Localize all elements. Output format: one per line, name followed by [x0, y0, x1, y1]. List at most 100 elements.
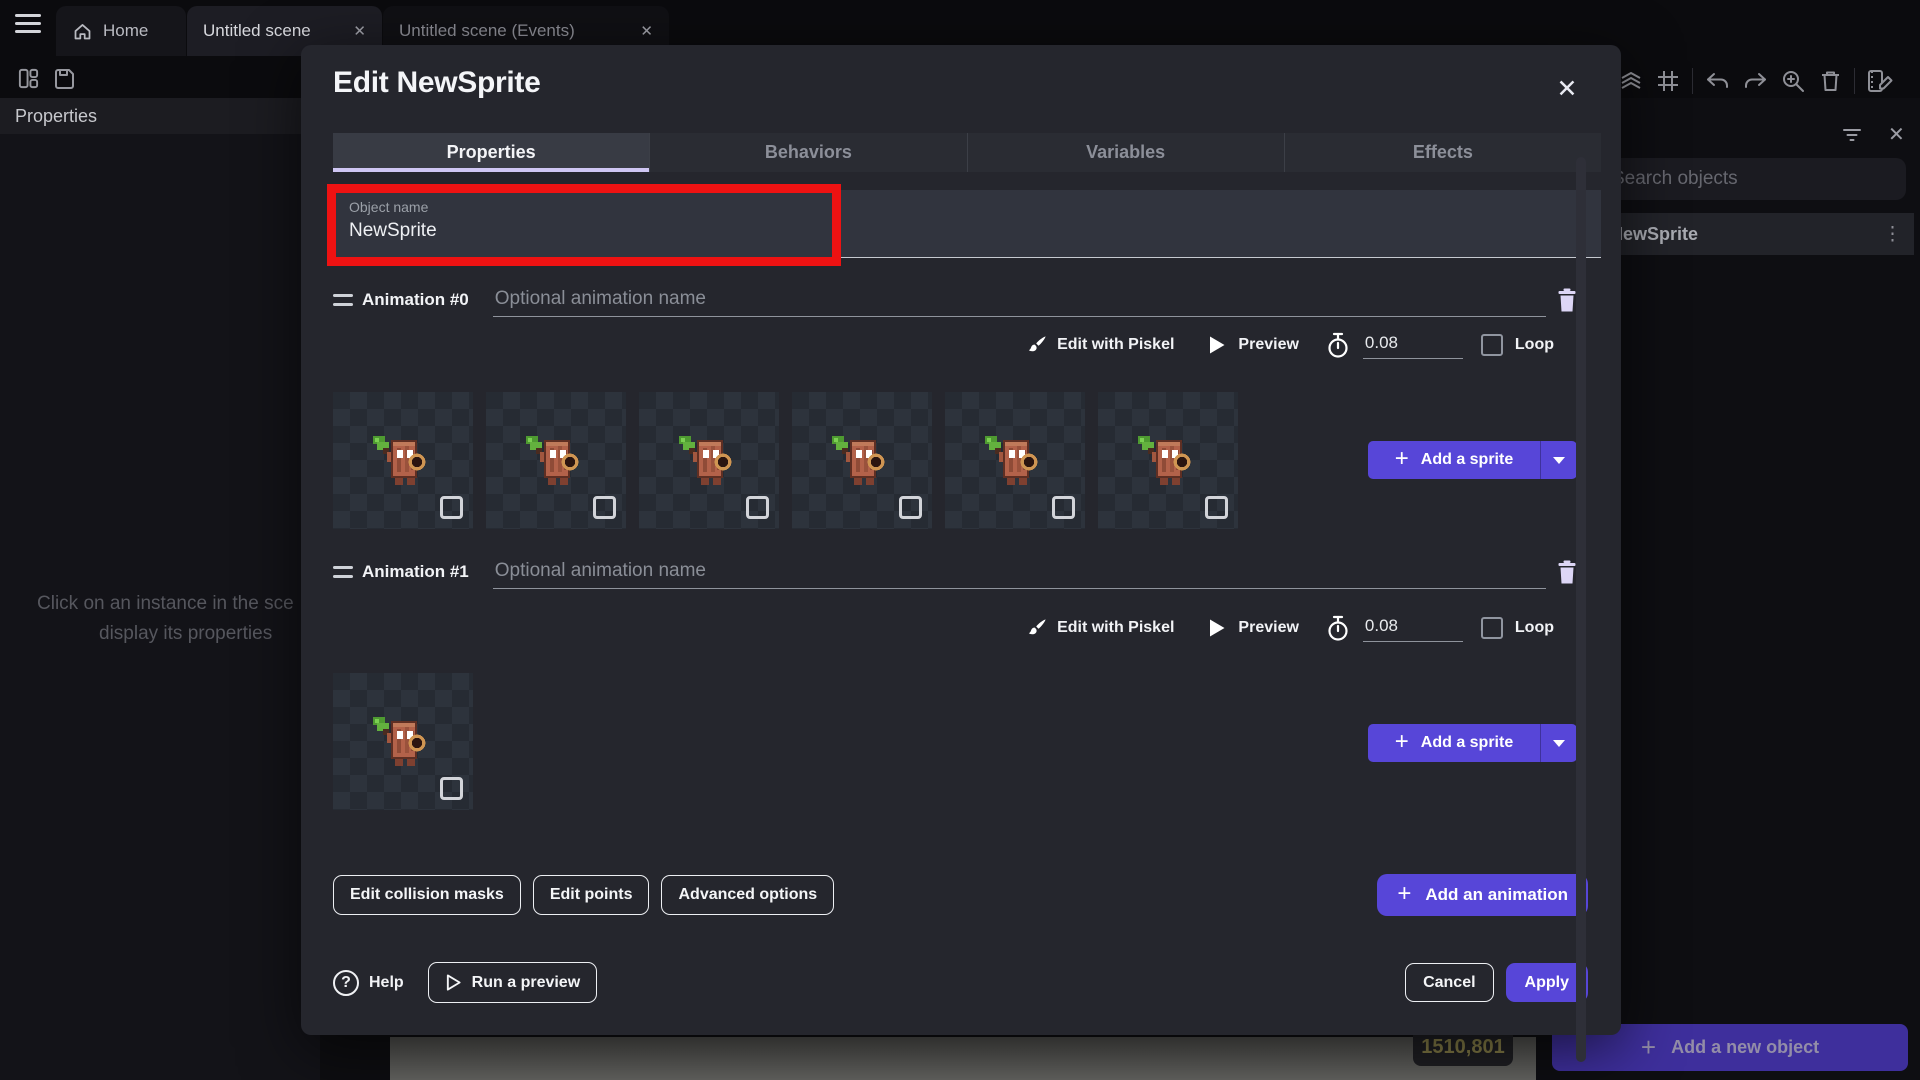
frame-checkbox[interactable]: [899, 496, 922, 519]
animation-0-toolbar: Edit with Piskel Preview Loop: [333, 325, 1554, 365]
brush-icon: [1025, 617, 1048, 640]
loop-label: Loop: [1515, 336, 1554, 354]
pig-sprite-image: [1136, 434, 1192, 486]
help-button[interactable]: Help: [369, 974, 404, 992]
play-outline-icon: [445, 973, 462, 992]
plus-icon: +: [1395, 728, 1409, 756]
preview-button[interactable]: Preview: [1238, 336, 1298, 354]
edit-scene-icon[interactable]: [1866, 68, 1894, 94]
save-icon[interactable]: [52, 66, 76, 91]
sprite-frame[interactable]: [486, 392, 626, 529]
dialog-tabs: Properties Behaviors Variables Effects: [333, 133, 1601, 172]
scene-toolbar: [1618, 68, 1894, 94]
animation-1-name-input[interactable]: [493, 556, 1546, 589]
add-sprite-dropdown[interactable]: [1541, 441, 1577, 479]
animation-0-header: Animation #0: [333, 280, 1578, 320]
edit-collision-masks-button[interactable]: Edit collision masks: [333, 875, 521, 915]
help-icon[interactable]: ?: [333, 970, 359, 996]
chevron-down-icon: [1553, 740, 1565, 747]
delete-animation-icon[interactable]: [1556, 287, 1578, 313]
object-item-menu-icon[interactable]: ⋮: [1883, 223, 1902, 246]
tab-effects[interactable]: Effects: [1284, 133, 1601, 172]
cancel-button[interactable]: Cancel: [1405, 963, 1493, 1002]
frame-checkbox[interactable]: [440, 777, 463, 800]
hint-line-1: Click on an instance in the sce: [37, 589, 301, 619]
sprite-frame[interactable]: [1098, 392, 1238, 529]
drag-handle-icon[interactable]: [333, 294, 353, 306]
dialog-scrollbar[interactable]: [1576, 157, 1586, 1062]
time-between-frames-input[interactable]: [1363, 331, 1463, 359]
trash-icon[interactable]: [1818, 68, 1843, 94]
preview-button[interactable]: Preview: [1238, 619, 1298, 637]
animation-0-name-input[interactable]: [493, 284, 1546, 317]
advanced-options-button[interactable]: Advanced options: [661, 875, 834, 915]
play-icon: [1208, 335, 1226, 355]
undo-icon[interactable]: [1704, 68, 1731, 94]
sprite-frame[interactable]: [639, 392, 779, 529]
loop-checkbox[interactable]: [1481, 334, 1503, 356]
edit-with-piskel-button[interactable]: Edit with Piskel: [1057, 336, 1174, 354]
animation-1-label: Animation #1: [362, 562, 469, 582]
edit-sprite-dialog: Edit NewSprite ✕ Properties Behaviors Va…: [301, 45, 1621, 1035]
animation-1-toolbar: Edit with Piskel Preview Loop: [333, 608, 1554, 648]
search-objects-input[interactable]: [1598, 158, 1906, 200]
animation-0-label: Animation #0: [362, 290, 469, 310]
panels-layout-icon[interactable]: [17, 66, 40, 91]
chevron-down-icon: [1553, 457, 1565, 464]
loop-checkbox[interactable]: [1481, 617, 1503, 639]
run-preview-button[interactable]: Run a preview: [428, 962, 597, 1003]
time-between-frames-input[interactable]: [1363, 614, 1463, 642]
delete-animation-icon[interactable]: [1556, 559, 1578, 585]
sprite-frame[interactable]: [792, 392, 932, 529]
grid-icon[interactable]: [1655, 68, 1681, 94]
tab-close-icon[interactable]: ✕: [353, 22, 366, 40]
sprite-frame[interactable]: [333, 673, 473, 810]
frame-checkbox[interactable]: [746, 496, 769, 519]
tab-close-icon[interactable]: ✕: [640, 22, 653, 40]
edit-points-button[interactable]: Edit points: [533, 875, 650, 915]
add-sprite-dropdown[interactable]: [1541, 724, 1577, 762]
drag-handle-icon[interactable]: [333, 566, 353, 578]
coordinates-value: 1510,801: [1421, 1036, 1504, 1059]
properties-panel-title: Properties: [15, 106, 97, 127]
zoom-in-icon[interactable]: [1780, 68, 1807, 94]
add-sprite-button[interactable]: + Add a sprite: [1368, 441, 1577, 479]
add-animation-button[interactable]: + Add an animation: [1377, 874, 1588, 916]
close-panel-icon[interactable]: ✕: [1888, 122, 1905, 147]
objects-panel-header: ✕: [1842, 122, 1905, 147]
tab-home[interactable]: Home: [56, 6, 186, 56]
main-menu-icon[interactable]: [15, 14, 41, 34]
filter-icon[interactable]: [1842, 127, 1862, 143]
pig-sprite-image: [677, 434, 733, 486]
scene-canvas[interactable]: [390, 1037, 1540, 1080]
object-name-input[interactable]: [349, 220, 949, 242]
sprite-frame[interactable]: [333, 392, 473, 529]
animation-0-frames: [333, 392, 1238, 529]
tab-variables[interactable]: Variables: [967, 133, 1284, 172]
tab-properties[interactable]: Properties: [333, 133, 649, 172]
hint-line-2: display its properties: [37, 619, 301, 649]
frame-checkbox[interactable]: [440, 496, 463, 519]
redo-icon[interactable]: [1742, 68, 1769, 94]
toolbar-divider: [1854, 68, 1855, 94]
sprite-frame[interactable]: [945, 392, 1085, 529]
dialog-footer: ? Help Run a preview Cancel Apply: [333, 962, 1588, 1003]
tab-scene-label: Untitled scene: [203, 21, 311, 41]
plus-icon: +: [1395, 445, 1409, 473]
object-item-name: NewSprite: [1610, 224, 1698, 245]
frame-checkbox[interactable]: [593, 496, 616, 519]
properties-empty-hint: Click on an instance in the sce display …: [37, 589, 301, 649]
object-name-field[interactable]: Object name: [333, 190, 1601, 258]
loop-label: Loop: [1515, 619, 1554, 637]
pig-sprite-image: [830, 434, 886, 486]
edit-with-piskel-button[interactable]: Edit with Piskel: [1057, 619, 1174, 637]
tab-behaviors[interactable]: Behaviors: [649, 133, 966, 172]
add-sprite-button[interactable]: + Add a sprite: [1368, 724, 1577, 762]
dialog-title: Edit NewSprite: [333, 66, 541, 100]
dialog-close-icon[interactable]: ✕: [1547, 71, 1587, 107]
frame-checkbox[interactable]: [1205, 496, 1228, 519]
brush-icon: [1025, 334, 1048, 357]
tab-events-label: Untitled scene (Events): [399, 21, 575, 41]
layers-icon[interactable]: [1618, 68, 1644, 94]
frame-checkbox[interactable]: [1052, 496, 1075, 519]
